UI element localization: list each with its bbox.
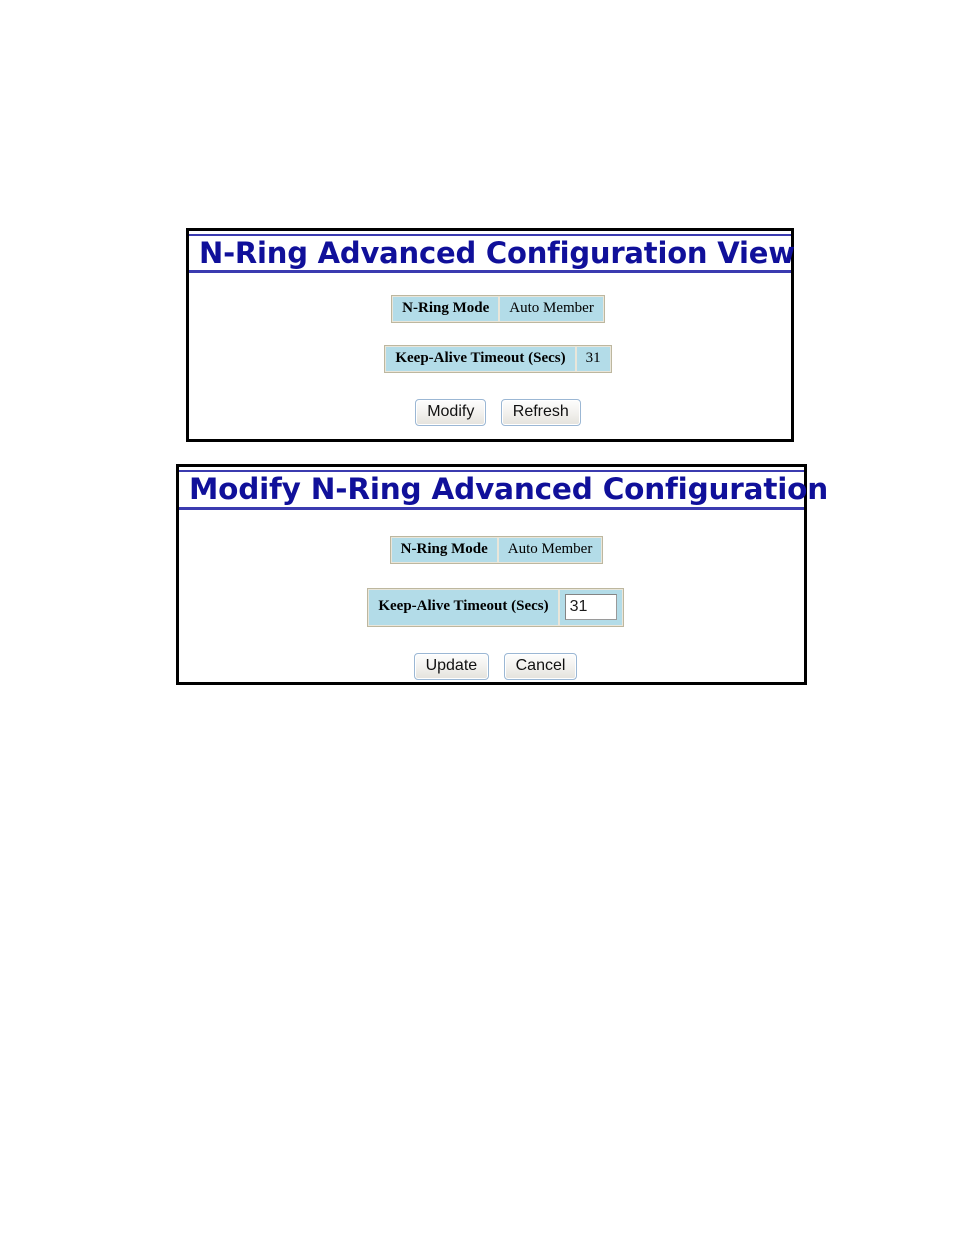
table-row: Keep-Alive Timeout (Secs)	[368, 588, 623, 626]
n-ring-mode-label-modify: N-Ring Mode	[390, 536, 498, 563]
keep-alive-timeout-table-view: Keep-Alive Timeout (Secs) 31	[384, 345, 612, 373]
n-ring-mode-value-view: Auto Member	[499, 296, 604, 323]
table-row: N-Ring Mode Auto Member	[392, 296, 604, 323]
modify-n-ring-advanced-configuration-panel: Modify N-Ring Advanced Configuration N-R…	[176, 464, 828, 685]
table-block-mode-modify: N-Ring Mode Auto Member	[179, 535, 804, 564]
n-ring-mode-value-modify: Auto Member	[497, 536, 603, 563]
table-block-keepalive-view: Keep-Alive Timeout (Secs) 31	[189, 323, 791, 373]
cancel-button[interactable]: Cancel	[503, 652, 578, 681]
keep-alive-timeout-label-modify: Keep-Alive Timeout (Secs)	[368, 588, 559, 626]
keep-alive-timeout-value-view: 31	[575, 346, 611, 372]
table-block-mode-view: N-Ring Mode Auto Member	[189, 295, 791, 324]
table-row: N-Ring Mode Auto Member	[390, 536, 603, 563]
n-ring-mode-table-modify: N-Ring Mode Auto Member	[389, 535, 604, 564]
refresh-button[interactable]: Refresh	[500, 398, 581, 427]
modify-button[interactable]: Modify	[415, 398, 487, 427]
n-ring-mode-table-view: N-Ring Mode Auto Member	[391, 295, 605, 324]
panel-body-modify: N-Ring Mode Auto Member Keep-Alive Timeo…	[179, 510, 804, 681]
button-row-modify: Update Cancel	[187, 652, 804, 681]
keep-alive-timeout-input[interactable]	[564, 593, 617, 620]
n-ring-mode-label-view: N-Ring Mode	[392, 296, 500, 323]
keep-alive-timeout-input-cell	[558, 588, 623, 626]
keep-alive-timeout-table-modify: Keep-Alive Timeout (Secs)	[367, 587, 624, 627]
keep-alive-timeout-label-view: Keep-Alive Timeout (Secs)	[385, 346, 576, 372]
panel-body-view: N-Ring Mode Auto Member Keep-Alive Timeo…	[189, 273, 791, 427]
button-row-view: Modify Refresh	[205, 398, 791, 427]
page-title-view: N-Ring Advanced Configuration View	[189, 234, 795, 274]
n-ring-advanced-configuration-view-panel: N-Ring Advanced Configuration View N-Rin…	[186, 228, 795, 442]
table-block-keepalive-modify: Keep-Alive Timeout (Secs)	[179, 564, 804, 627]
update-button[interactable]: Update	[413, 652, 490, 681]
table-row: Keep-Alive Timeout (Secs) 31	[385, 346, 611, 372]
page-title-modify: Modify N-Ring Advanced Configuration	[179, 470, 828, 510]
